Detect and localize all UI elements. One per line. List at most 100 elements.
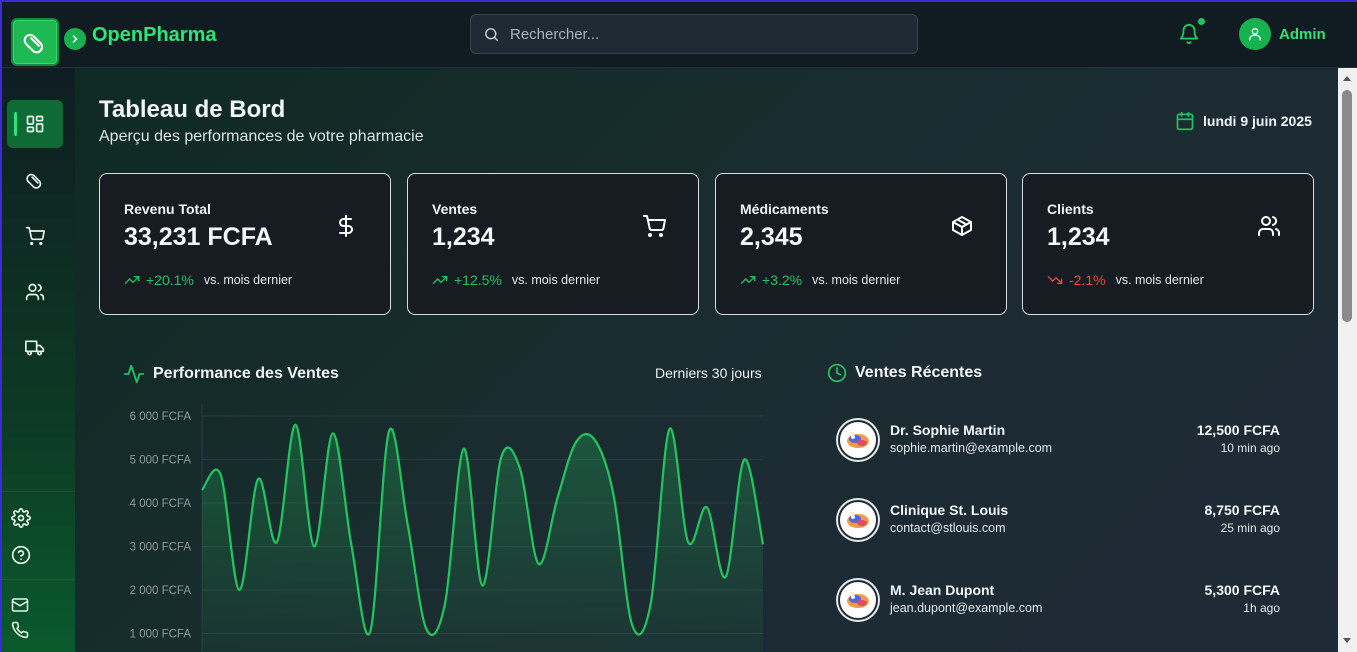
sidebar-item-medicines[interactable] xyxy=(7,156,63,204)
search-input[interactable] xyxy=(510,25,890,43)
page-subtitle: Aperçu des performances de votre pharmac… xyxy=(99,128,424,145)
active-indicator xyxy=(14,112,17,136)
stat-trend: -2.1% vs. mois dernier xyxy=(1047,272,1204,288)
trend-value: +12.5% xyxy=(454,272,502,288)
sidebar-item-sales[interactable] xyxy=(7,212,63,260)
recent-sale-row[interactable]: Clinique St. Louis contact@stlouis.com 8… xyxy=(838,498,1280,540)
chevron-right-icon xyxy=(72,35,78,43)
client-avatar xyxy=(838,420,878,460)
cart-icon xyxy=(25,226,45,246)
mail-icon[interactable] xyxy=(11,596,29,614)
stat-label: Ventes xyxy=(432,201,478,217)
user-name[interactable]: Admin xyxy=(1279,26,1326,43)
sidebar-item-dashboard[interactable] xyxy=(7,100,63,148)
pill-icon xyxy=(26,173,42,189)
stat-trend: +3.2% vs. mois dernier xyxy=(740,272,900,288)
trending-up-icon xyxy=(740,276,756,284)
recent-sale-row[interactable]: M. Jean Dupont jean.dupont@example.com 5… xyxy=(838,578,1280,620)
y-tick-label: 3 000 FCFA xyxy=(130,542,192,554)
client-avatar xyxy=(838,580,878,620)
calendar-icon xyxy=(1176,111,1194,131)
dollar-icon xyxy=(339,215,353,237)
current-date: lundi 9 juin 2025 xyxy=(1175,111,1312,131)
notification-dot xyxy=(1198,18,1205,25)
trend-note: vs. mois dernier xyxy=(812,273,901,287)
clock-icon xyxy=(827,363,847,383)
stat-card-sales[interactable]: Ventes 1,234 +12.5% vs. mois dernier xyxy=(407,173,699,315)
sidebar-item-suppliers[interactable] xyxy=(7,324,63,372)
performance-range[interactable]: Derniers 30 jours xyxy=(655,365,762,381)
stat-label: Médicaments xyxy=(740,201,829,217)
pill-logo-icon xyxy=(23,33,44,54)
sale-amount: 8,750 FCFA xyxy=(1204,502,1280,518)
bell-icon[interactable] xyxy=(1178,23,1200,45)
activity-icon xyxy=(123,364,145,384)
scroll-up-arrow[interactable] xyxy=(1343,76,1351,81)
sale-amount: 5,300 FCFA xyxy=(1204,582,1280,598)
search-box[interactable] xyxy=(470,14,918,54)
app-logo[interactable] xyxy=(11,18,59,66)
stat-card-clients[interactable]: Clients 1,234 -2.1% vs. mois dernier xyxy=(1022,173,1314,315)
expand-sidebar-button[interactable] xyxy=(64,28,86,50)
trend-value: -2.1% xyxy=(1069,272,1106,288)
sidebar-divider xyxy=(2,491,75,492)
sale-amount: 12,500 FCFA xyxy=(1196,422,1280,438)
chart-area-fill xyxy=(202,424,763,652)
y-tick-label: 1 000 FCFA xyxy=(130,629,192,641)
sale-time: 10 min ago xyxy=(1220,441,1280,455)
date-text: lundi 9 juin 2025 xyxy=(1203,113,1312,129)
sidebar xyxy=(2,68,75,652)
main-content: Tableau de Bord Aperçu des performances … xyxy=(75,68,1338,652)
stat-trend: +12.5% vs. mois dernier xyxy=(432,272,600,288)
page-title: Tableau de Bord xyxy=(99,96,286,123)
y-tick-label: 4 000 FCFA xyxy=(130,498,192,510)
help-icon[interactable] xyxy=(11,545,31,565)
trend-value: +3.2% xyxy=(762,272,803,288)
trend-value: +20.1% xyxy=(146,272,194,288)
recent-sales-title: Ventes Récentes xyxy=(855,364,983,381)
stat-value: 1,234 xyxy=(432,223,495,251)
user-icon xyxy=(1249,28,1261,41)
trending-up-icon xyxy=(124,276,140,284)
sidebar-item-clients[interactable] xyxy=(7,268,63,316)
recent-sale-row[interactable]: Dr. Sophie Martin sophie.martin@example.… xyxy=(838,418,1280,460)
scroll-down-arrow[interactable] xyxy=(1343,638,1351,643)
client-email: sophie.martin@example.com xyxy=(890,441,1053,455)
trending-down-icon xyxy=(1047,276,1063,284)
truck-icon xyxy=(25,340,45,356)
sale-time: 1h ago xyxy=(1243,601,1280,615)
stat-value: 1,234 xyxy=(1047,223,1110,251)
stat-card-revenue[interactable]: Revenu Total 33,231 FCFA +20.1% vs. mois… xyxy=(99,173,391,315)
y-tick-label: 5 000 FCFA xyxy=(130,455,192,467)
avatar-image-icon xyxy=(847,594,869,608)
box-icon xyxy=(952,216,972,236)
stat-label: Revenu Total xyxy=(124,201,211,217)
stat-value: 33,231 FCFA xyxy=(124,223,273,251)
y-tick-label: 6 000 FCFA xyxy=(130,411,192,423)
client-name: Dr. Sophie Martin xyxy=(890,422,1006,438)
settings-icon[interactable] xyxy=(11,508,31,528)
phone-icon[interactable] xyxy=(11,621,29,639)
client-name: Clinique St. Louis xyxy=(890,502,1009,518)
trend-note: vs. mois dernier xyxy=(203,273,293,287)
performance-title: Performance des Ventes xyxy=(153,365,339,382)
y-tick-label: 2 000 FCFA xyxy=(130,585,192,597)
avatar-image-icon xyxy=(847,434,869,448)
search-icon xyxy=(485,27,498,41)
stat-card-medicines[interactable]: Médicaments 2,345 +3.2% vs. mois dernier xyxy=(715,173,1007,315)
sidebar-divider xyxy=(2,579,75,580)
scrollbar[interactable] xyxy=(1338,68,1357,652)
trend-note: vs. mois dernier xyxy=(511,273,601,287)
sales-performance-chart: 6 000 FCFA 5 000 FCFA 4 000 FCFA 3 000 FCFA… xyxy=(130,404,765,652)
client-email: jean.dupont@example.com xyxy=(890,601,1043,615)
top-bar: OpenPharma Admin xyxy=(2,2,1357,68)
stat-value: 2,345 xyxy=(740,223,803,251)
sale-time: 25 min ago xyxy=(1220,521,1280,535)
client-avatar xyxy=(838,500,878,540)
trending-up-icon xyxy=(432,276,448,284)
app-name: OpenPharma xyxy=(92,24,217,46)
cart-icon xyxy=(643,215,666,237)
trend-note: vs. mois dernier xyxy=(1115,273,1204,287)
scroll-thumb[interactable] xyxy=(1342,90,1352,322)
user-avatar[interactable] xyxy=(1239,18,1271,50)
